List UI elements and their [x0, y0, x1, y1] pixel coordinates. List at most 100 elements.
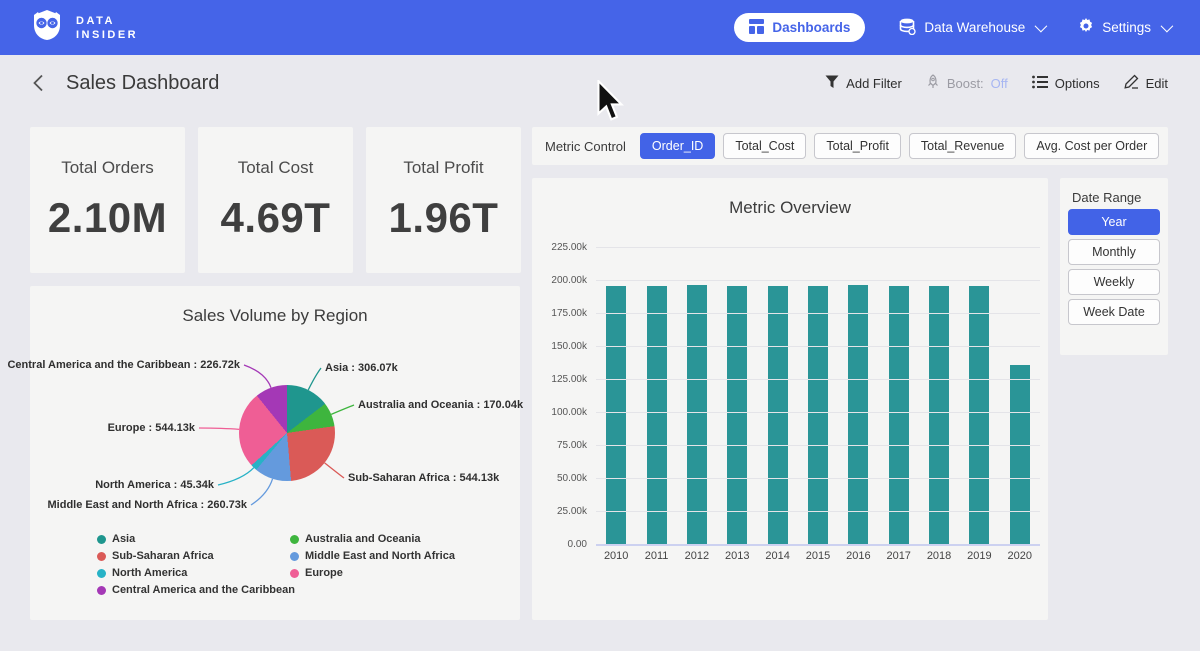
pie-leader-line	[251, 479, 273, 505]
legend-dot	[97, 535, 106, 544]
options-button[interactable]: Options	[1032, 75, 1100, 92]
legend-label: Asia	[112, 533, 135, 545]
legend-dot	[290, 569, 299, 578]
back-button[interactable]	[32, 74, 44, 92]
metric-control-card: Metric Control Order_ID Total_Cost Total_P…	[532, 127, 1168, 165]
legend-item[interactable]: Central America and the Caribbean	[97, 584, 295, 596]
bar-2017[interactable]	[889, 286, 909, 544]
bar-2015[interactable]	[808, 286, 828, 544]
date-range-option-weekly[interactable]: Weekly	[1068, 269, 1160, 295]
navbar-menu: Dashboards Data Warehouse	[734, 13, 1170, 42]
kpi-card-total-cost: Total Cost 4.69T	[198, 127, 353, 273]
x-tick-label: 2010	[596, 550, 636, 562]
bar-slot	[1000, 247, 1040, 544]
kpi-value: 4.69T	[221, 194, 331, 242]
gridline	[596, 544, 1040, 546]
legend-item[interactable]: Asia	[97, 533, 295, 545]
x-tick-label: 2013	[717, 550, 757, 562]
x-tick-label: 2019	[959, 550, 999, 562]
legend-dot	[290, 552, 299, 561]
legend-dot	[290, 535, 299, 544]
bar-slot	[677, 247, 717, 544]
y-tick-label: 150.00k	[534, 341, 587, 352]
y-tick-label: 50.00k	[534, 473, 587, 484]
bar-2014[interactable]	[768, 286, 788, 544]
filter-funnel-icon	[825, 75, 839, 92]
bar-slot	[919, 247, 959, 544]
database-icon	[899, 18, 916, 38]
legend-item[interactable]: Middle East and North Africa	[290, 550, 455, 562]
dashboards-grid-icon	[749, 19, 764, 37]
edit-button[interactable]: Edit	[1124, 74, 1168, 92]
date-range-card: Date Range YearMonthlyWeeklyWeek Date	[1060, 178, 1168, 355]
pie-callout-label: Middle East and North Africa : 260.73k	[48, 499, 247, 511]
legend-item[interactable]: Australia and Oceania	[290, 533, 455, 545]
metric-option-total-cost[interactable]: Total_Cost	[723, 133, 806, 159]
date-range-option-monthly[interactable]: Monthly	[1068, 239, 1160, 265]
pie-leader-line	[218, 468, 254, 485]
date-range-option-week-date[interactable]: Week Date	[1068, 299, 1160, 325]
pie-leader-line	[244, 365, 271, 388]
y-tick-label: 175.00k	[534, 308, 587, 319]
bar-2011[interactable]	[647, 286, 667, 544]
bar-2018[interactable]	[929, 286, 949, 544]
pie-callout-label: Central America and the Caribbean : 226.…	[7, 359, 240, 371]
bar-2016[interactable]	[848, 285, 868, 544]
sales-volume-pie-card: Sales Volume by Region Asia : 306.07kAus…	[30, 286, 520, 620]
legend-label: Middle East and North Africa	[305, 550, 455, 562]
legend-label: North America	[112, 567, 187, 579]
metric-option-total-profit[interactable]: Total_Profit	[814, 133, 901, 159]
gridline	[596, 379, 1040, 380]
bar-2013[interactable]	[727, 286, 747, 544]
metric-option-order-id[interactable]: Order_ID	[640, 133, 715, 159]
gridline	[596, 280, 1040, 281]
x-tick-label: 2012	[677, 550, 717, 562]
brand: DATA INSIDER	[30, 9, 138, 46]
y-tick-label: 200.00k	[534, 275, 587, 286]
metric-control-label: Metric Control	[545, 139, 626, 154]
date-range-option-year[interactable]: Year	[1068, 209, 1160, 235]
bar-2019[interactable]	[969, 286, 989, 544]
pie-leader-line	[331, 405, 354, 414]
y-tick-label: 75.00k	[534, 440, 587, 451]
x-tick-label: 2018	[919, 550, 959, 562]
bar-2012[interactable]	[687, 285, 707, 544]
bar-slot	[959, 247, 999, 544]
y-tick-label: 125.00k	[534, 374, 587, 385]
legend-dot	[97, 569, 106, 578]
metric-overview-chart-card: Metric Overview 201020112012201320142015…	[532, 178, 1048, 620]
bars-row	[596, 247, 1040, 544]
legend-label: Europe	[305, 567, 343, 579]
legend-item[interactable]: North America	[97, 567, 295, 579]
app-root: DATA INSIDER Dashboards	[0, 0, 1200, 651]
bar-chart-title: Metric Overview	[532, 198, 1048, 218]
data-warehouse-menu[interactable]: Data Warehouse	[899, 18, 1044, 38]
bar-slot	[879, 247, 919, 544]
pie-chart[interactable]	[239, 385, 335, 481]
gridline	[596, 445, 1040, 446]
gear-icon	[1078, 18, 1094, 37]
legend-label: Sub-Saharan Africa	[112, 550, 214, 562]
pie-callout-label: North America : 45.34k	[95, 479, 214, 491]
navbar: DATA INSIDER Dashboards	[0, 0, 1200, 55]
pie-chart-title: Sales Volume by Region	[30, 306, 520, 326]
bar-2010[interactable]	[606, 286, 626, 544]
kpi-label: Total Orders	[61, 158, 154, 178]
bar-2020[interactable]	[1010, 365, 1030, 544]
metric-option-total-revenue[interactable]: Total_Revenue	[909, 133, 1016, 159]
kpi-value: 1.96T	[389, 194, 499, 242]
legend-item[interactable]: Sub-Saharan Africa	[97, 550, 295, 562]
metric-option-avg-cost-per-order[interactable]: Avg. Cost per Order	[1024, 133, 1159, 159]
pie-leader-line	[308, 368, 321, 390]
rocket-icon	[926, 74, 940, 92]
dashboards-button[interactable]: Dashboards	[734, 13, 865, 42]
legend-item[interactable]: Europe	[290, 567, 455, 579]
dashboard-actions: Add Filter Boost: Off	[825, 74, 1168, 92]
settings-menu[interactable]: Settings	[1078, 18, 1170, 37]
add-filter-button[interactable]: Add Filter	[825, 75, 902, 92]
legend-dot	[97, 552, 106, 561]
x-tick-label: 2017	[879, 550, 919, 562]
legend-label: Australia and Oceania	[305, 533, 421, 545]
boost-toggle[interactable]: Boost: Off	[926, 74, 1008, 92]
legend-label: Central America and the Caribbean	[112, 584, 295, 596]
